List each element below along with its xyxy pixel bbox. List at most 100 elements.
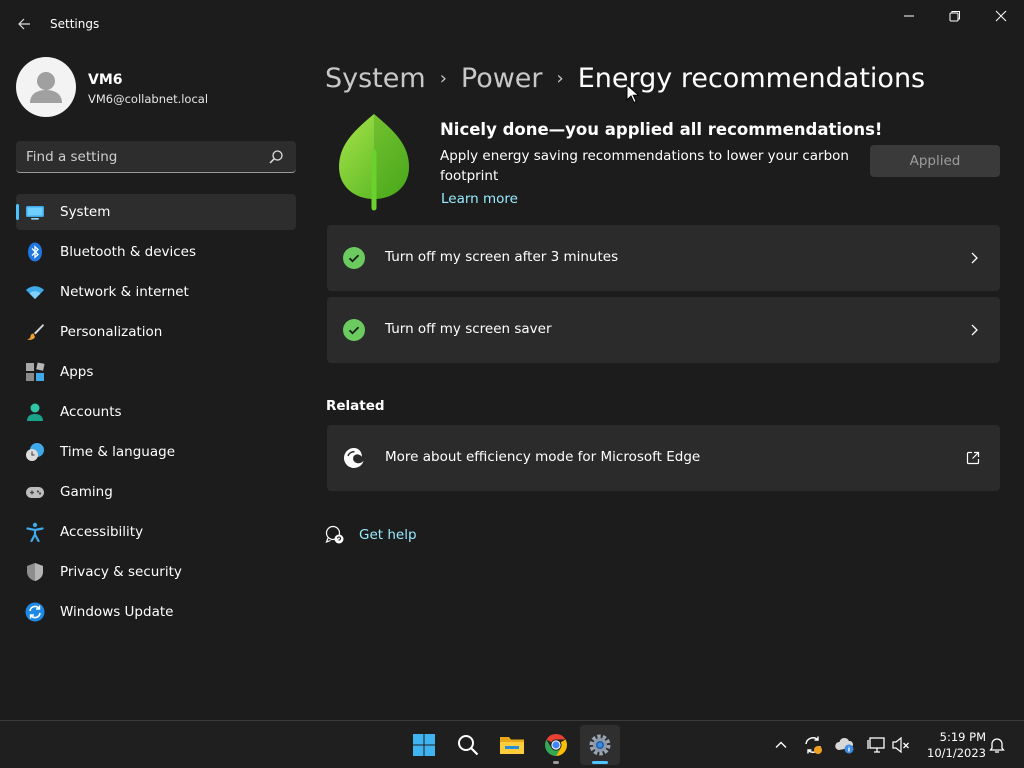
- sidebar-item-label: Accounts: [60, 404, 122, 420]
- network-monitor-icon: [867, 737, 885, 753]
- minimize-button[interactable]: [886, 0, 932, 32]
- search-box[interactable]: [16, 141, 296, 173]
- close-icon: [995, 10, 1007, 22]
- sidebar-item-label: System: [60, 204, 111, 220]
- recommendation-label: Turn off my screen saver: [385, 321, 552, 337]
- title-bar: Settings: [0, 0, 1024, 48]
- start-icon: [413, 734, 435, 756]
- start-button[interactable]: [404, 725, 444, 765]
- sidebar-item-label: Time & language: [60, 444, 176, 460]
- sidebar-item-label: Personalization: [60, 324, 163, 340]
- person-icon: [30, 72, 62, 103]
- avatar: [16, 57, 76, 117]
- search-input[interactable]: [16, 141, 256, 172]
- file-explorer-button[interactable]: [492, 725, 532, 765]
- shield-icon: [25, 562, 45, 582]
- sidebar-item-label: Accessibility: [60, 524, 144, 540]
- tray-volume-button[interactable]: [889, 733, 913, 757]
- sidebar-item-label: Network & internet: [60, 284, 189, 300]
- settings-icon: [589, 734, 611, 756]
- sidebar-item-system[interactable]: System: [16, 194, 296, 230]
- close-button[interactable]: [978, 0, 1024, 32]
- wifi-icon: [25, 282, 45, 302]
- back-button[interactable]: [12, 12, 36, 36]
- profile-name: VM6: [88, 72, 123, 88]
- accessibility-icon: [25, 522, 45, 542]
- taskbar-search-button[interactable]: [448, 725, 488, 765]
- chrome-icon: [545, 734, 567, 756]
- learn-more-link[interactable]: Learn more: [441, 191, 518, 207]
- tray-network-button[interactable]: [865, 733, 889, 757]
- clock-date: 10/1/2023: [927, 746, 986, 760]
- applied-button[interactable]: Applied: [870, 145, 1000, 177]
- chevron-right-icon: ›: [439, 67, 447, 89]
- sidebar-item-time-language[interactable]: Time & language: [16, 434, 296, 470]
- notifications-button[interactable]: [985, 733, 1009, 757]
- cloud-info-icon: [835, 737, 854, 754]
- volume-muted-icon: [892, 736, 909, 754]
- update-icon: [25, 602, 45, 622]
- sidebar-item-label: Apps: [60, 364, 94, 380]
- user-profile[interactable]: VM6 VM6@collabnet.local: [16, 57, 306, 117]
- sidebar-item-windows-update[interactable]: Windows Update: [16, 594, 296, 630]
- restore-icon: [949, 11, 960, 22]
- sidebar-nav: System Bluetooth & devices Network & int…: [16, 194, 296, 634]
- mouse-cursor-icon: [626, 84, 640, 104]
- active-indicator: [592, 761, 608, 764]
- sidebar-item-privacy-security[interactable]: Privacy & security: [16, 554, 296, 590]
- check-circle-icon: [343, 319, 365, 341]
- get-help-icon[interactable]: [325, 525, 345, 545]
- brush-icon: [25, 322, 45, 342]
- gamepad-icon: [25, 482, 45, 502]
- sidebar-item-bluetooth[interactable]: Bluetooth & devices: [16, 234, 296, 270]
- sync-icon: [805, 736, 822, 754]
- breadcrumb-power[interactable]: Power: [461, 63, 543, 94]
- restore-button[interactable]: [932, 0, 978, 32]
- profile-email: VM6@collabnet.local: [88, 92, 209, 106]
- bluetooth-icon: [25, 242, 45, 262]
- taskbar: 5:19 PM 10/1/2023: [0, 720, 1024, 768]
- app-title: Settings: [50, 17, 100, 31]
- sidebar-item-label: Bluetooth & devices: [60, 244, 197, 260]
- chevron-right-icon: [971, 324, 978, 336]
- show-hidden-icons-button[interactable]: [769, 733, 793, 757]
- system-icon: [25, 202, 45, 222]
- sidebar-item-network[interactable]: Network & internet: [16, 274, 296, 310]
- recommendation-label: Turn off my screen after 3 minutes: [385, 249, 619, 265]
- apps-icon: [25, 362, 45, 382]
- chevron-right-icon: ›: [556, 67, 564, 89]
- sidebar-item-accounts[interactable]: Accounts: [16, 394, 296, 430]
- back-arrow-icon: [18, 18, 30, 30]
- get-help-link[interactable]: Get help: [359, 527, 417, 543]
- sidebar-item-personalization[interactable]: Personalization: [16, 314, 296, 350]
- file-explorer-icon: [500, 737, 524, 754]
- related-item-label: More about efficiency mode for Microsoft…: [385, 449, 701, 465]
- recommendation-screen-off[interactable]: Turn off my screen after 3 minutes: [327, 225, 1000, 291]
- hero-description: Apply energy saving recommendations to l…: [440, 148, 849, 184]
- breadcrumb-system[interactable]: System: [325, 63, 426, 94]
- check-circle-icon: [343, 247, 365, 269]
- external-link-icon: [966, 451, 980, 465]
- tray-sync-button[interactable]: [801, 733, 825, 757]
- sidebar-item-label: Windows Update: [60, 604, 174, 620]
- sidebar-item-label: Gaming: [60, 484, 113, 500]
- settings-button[interactable]: [580, 725, 620, 765]
- running-indicator: [553, 761, 559, 764]
- sidebar-item-label: Privacy & security: [60, 564, 182, 580]
- related-section-title: Related: [326, 398, 385, 414]
- accounts-icon: [25, 402, 45, 422]
- bell-icon: [989, 738, 1005, 753]
- taskbar-clock[interactable]: 5:19 PM 10/1/2023: [920, 729, 986, 761]
- sidebar-item-apps[interactable]: Apps: [16, 354, 296, 390]
- search-icon[interactable]: [268, 149, 284, 165]
- sidebar-item-gaming[interactable]: Gaming: [16, 474, 296, 510]
- edge-icon: [343, 447, 364, 468]
- chevron-up-icon: [775, 741, 787, 748]
- related-efficiency-mode-edge[interactable]: More about efficiency mode for Microsoft…: [327, 425, 1000, 491]
- sidebar-item-accessibility[interactable]: Accessibility: [16, 514, 296, 550]
- recommendation-screen-saver[interactable]: Turn off my screen saver: [327, 297, 1000, 363]
- tray-onedrive-button[interactable]: [833, 733, 857, 757]
- minimize-icon: [904, 15, 914, 17]
- chevron-right-icon: [971, 252, 978, 264]
- chrome-button[interactable]: [536, 725, 576, 765]
